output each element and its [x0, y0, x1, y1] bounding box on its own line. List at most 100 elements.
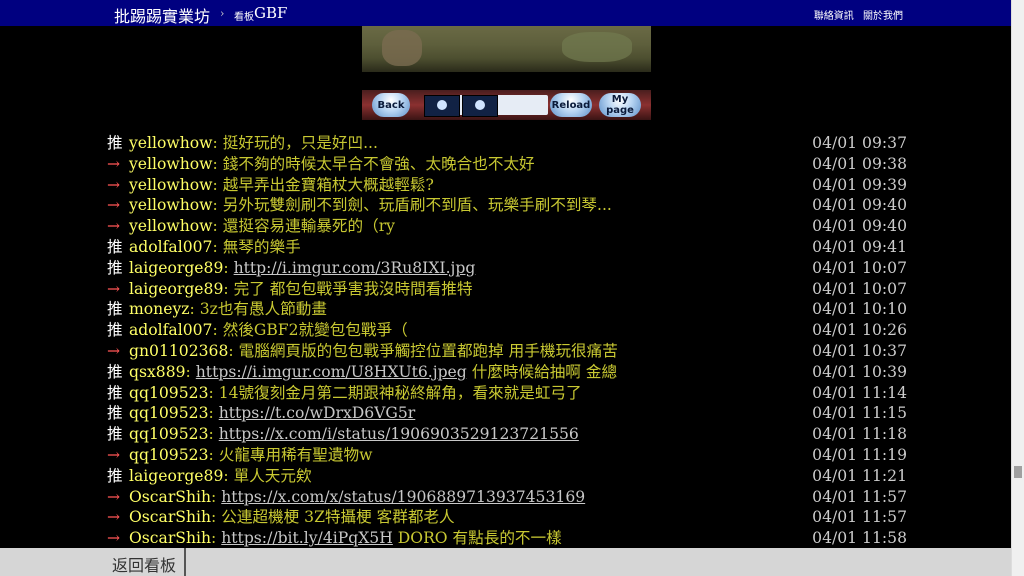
- comment-link[interactable]: https://bit.ly/4iPqX5H: [221, 529, 393, 547]
- arrow-tag: →: [107, 487, 121, 506]
- comment-text: DORO 有點長的不一樣: [392, 529, 562, 548]
- comment-row: → OscarShih: https://bit.ly/4iPqX5H DORO …: [107, 528, 917, 549]
- arrow-tag: →: [107, 529, 121, 548]
- game-mypage-button: My page: [599, 93, 641, 117]
- game-skill-icon: [424, 95, 460, 117]
- comment-row: → OscarShih: 公連超機梗 3Z特攝梗 客群都老人 04/01 11:57: [107, 507, 917, 528]
- site-title-link[interactable]: 批踢踢實業坊: [114, 3, 210, 27]
- comment-content: : https://t.co/wDrxD6VG5r: [208, 404, 416, 423]
- push-tag: 推: [107, 425, 123, 444]
- comment-row: → yellowhow: 還挺容易連輸暴死的（ry 04/01 09:40: [107, 216, 917, 237]
- comment-link[interactable]: https://t.co/wDrxD6VG5r: [219, 404, 416, 422]
- comment-row: → gn01102368: 電腦網頁版的包包戰爭觸控位置都跑掉 用手機玩很痛苦 04…: [107, 341, 917, 362]
- top-links: 聯絡資訊 關於我們: [808, 7, 903, 22]
- comment-time: 04/01 10:37: [812, 341, 907, 360]
- comment-content: : 挺好玩的，只是好凹...: [212, 134, 378, 152]
- comment-row: → laigeorge89: 完了 都包包戰爭害我沒時間看推特 04/01 10:0…: [107, 279, 917, 300]
- comment-content: : 公連超機梗 3Z特攝梗 客群都老人: [211, 508, 455, 527]
- comment-text: 什麼時候給抽啊 金總: [466, 362, 618, 381]
- comment-text: 完了 都包包戰爭害我沒時間看推特: [233, 279, 473, 298]
- comment-row: 推 qq109523: https://x.com/i/status/190690…: [107, 424, 917, 445]
- comment-list: 推 yellowhow: 挺好玩的，只是好凹... 04/01 09:37 → yell…: [107, 133, 917, 549]
- comment-content: : https://i.imgur.com/U8HXUt6.jpeg 什麼時候給…: [185, 362, 618, 381]
- comment-user: yellowhow: [129, 154, 213, 173]
- comment-time: 04/01 11:15: [812, 404, 907, 423]
- bottom-bar: 返回看板: [0, 548, 1012, 576]
- comment-text: 還挺容易連輸暴死的（ry: [222, 217, 395, 236]
- comment-time: 04/01 10:07: [812, 258, 907, 277]
- comment-row: 推 qq109523: https://t.co/wDrxD6VG5r 04/01 …: [107, 403, 917, 424]
- comment-content: : 然後GBF2就變包包戰爭（: [212, 321, 408, 340]
- comment-row: 推 adolfal007: 然後GBF2就變包包戰爭（ 04/01 10:26: [107, 320, 917, 341]
- comment-text: 電腦網頁版的包包戰爭觸控位置都跑掉 用手機玩很痛苦: [238, 341, 618, 360]
- comment-user: qq109523: [129, 383, 209, 402]
- comment-link[interactable]: http://i.imgur.com/3Ru8IXI.jpg: [234, 259, 476, 277]
- comment-time: 04/01 11:14: [812, 383, 907, 402]
- comment-content: : 完了 都包包戰爭害我沒時間看推特: [223, 279, 473, 298]
- comment-time: 04/01 10:10: [812, 300, 907, 319]
- comment-user: yellowhow: [129, 217, 213, 236]
- arrow-tag: →: [107, 196, 121, 215]
- breadcrumb-board-link[interactable]: GBF: [254, 4, 287, 22]
- contact-link[interactable]: 聯絡資訊: [814, 11, 854, 22]
- comment-user: OscarShih: [129, 529, 212, 548]
- comment-user: yellowhow: [129, 134, 213, 152]
- comment-user: adolfal007: [129, 321, 213, 340]
- comment-row: 推 qq109523: 14號復刻金月第二期跟神秘終解角，看來就是虹弓了 04/01…: [107, 383, 917, 404]
- comment-content: : 火龍專用稀有聖遺物w: [208, 445, 373, 464]
- comment-content: : 14號復刻金月第二期跟神秘終解角，看來就是虹弓了: [208, 383, 582, 402]
- comment-user: laigeorge89: [129, 258, 224, 277]
- game-skill-icon: [462, 95, 498, 117]
- push-tag: 推: [107, 258, 123, 277]
- breadcrumb-separator: ›: [220, 7, 225, 20]
- scrollbar[interactable]: [1011, 0, 1024, 576]
- comment-row: 推 laigeorge89: http://i.imgur.com/3Ru8IXI…: [107, 258, 917, 279]
- comment-content: : https://x.com/i/status/190690352912372…: [208, 425, 579, 444]
- breadcrumb-board-label: 看板: [234, 12, 254, 23]
- push-tag: 推: [107, 362, 123, 381]
- comment-link[interactable]: https://i.imgur.com/U8HXUt6.jpeg: [196, 363, 467, 381]
- top-bar: 批踢踢實業坊 › 看板 GBF 聯絡資訊 關於我們: [0, 0, 1012, 26]
- comment-content: : 無琴的樂手: [212, 237, 301, 256]
- arrow-tag: →: [107, 445, 121, 464]
- comment-text: 公連超機梗 3Z特攝梗 客群都老人: [221, 508, 455, 527]
- comment-text: 另外玩雙劍刷不到劍、玩盾刷不到盾、玩樂手刷不到琴...: [222, 196, 612, 215]
- game-screenshot-image: [362, 26, 651, 72]
- comment-time: 04/01 10:26: [812, 321, 907, 340]
- comment-user: adolfal007: [129, 237, 213, 256]
- comment-time: 04/01 09:40: [812, 196, 907, 215]
- comment-content: : 3z也有愚人節動畫: [189, 300, 327, 319]
- divider: [184, 548, 186, 576]
- comment-text: 3z也有愚人節動畫: [199, 300, 327, 319]
- comment-time: 04/01 11:18: [812, 425, 907, 444]
- comment-user: moneyz: [129, 300, 190, 319]
- game-back-button: Back: [372, 93, 410, 117]
- comment-link[interactable]: https://x.com/i/status/19069035291237215…: [219, 425, 579, 443]
- comment-link[interactable]: https://x.com/x/status/19068897139374531…: [221, 488, 585, 506]
- back-to-board-button[interactable]: 返回看板: [112, 552, 176, 576]
- arrow-tag: →: [107, 154, 121, 173]
- comment-text: 單人天元欸: [233, 466, 312, 485]
- comment-text: 無琴的樂手: [222, 237, 301, 256]
- comment-row: → qq109523: 火龍專用稀有聖遺物w 04/01 11:19: [107, 445, 917, 466]
- comment-content: : 電腦網頁版的包包戰爭觸控位置都跑掉 用手機玩很痛苦: [228, 341, 618, 360]
- comment-user: qsx889: [129, 362, 186, 381]
- comment-row: 推 yellowhow: 挺好玩的，只是好凹... 04/01 09:37: [107, 133, 917, 154]
- scrollbar-thumb[interactable]: [1014, 466, 1022, 478]
- comment-time: 04/01 10:39: [812, 362, 907, 381]
- comment-user: laigeorge89: [129, 466, 224, 485]
- comment-row: → yellowhow: 另外玩雙劍刷不到劍、玩盾刷不到盾、玩樂手刷不到琴... 0…: [107, 195, 917, 216]
- comment-time: 04/01 10:07: [812, 279, 907, 298]
- comment-text: 越早弄出金寶箱杖大概越輕鬆?: [222, 175, 434, 194]
- comment-content: : 越早弄出金寶箱杖大概越輕鬆?: [212, 175, 434, 194]
- comment-text: 14號復刻金月第二期跟神秘終解角，看來就是虹弓了: [218, 383, 582, 402]
- comment-user: laigeorge89: [129, 279, 224, 298]
- about-link[interactable]: 關於我們: [863, 11, 903, 22]
- comment-text: 火龍專用稀有聖遺物w: [218, 445, 373, 464]
- comment-time: 04/01 11:58: [812, 529, 907, 548]
- comment-row: 推 laigeorge89: 單人天元欸 04/01 11:21: [107, 466, 917, 487]
- comment-user: yellowhow: [129, 196, 213, 215]
- comment-time: 04/01 11:57: [812, 487, 907, 506]
- comment-time: 04/01 09:38: [812, 154, 907, 173]
- comment-content: : http://i.imgur.com/3Ru8IXI.jpg: [223, 258, 476, 277]
